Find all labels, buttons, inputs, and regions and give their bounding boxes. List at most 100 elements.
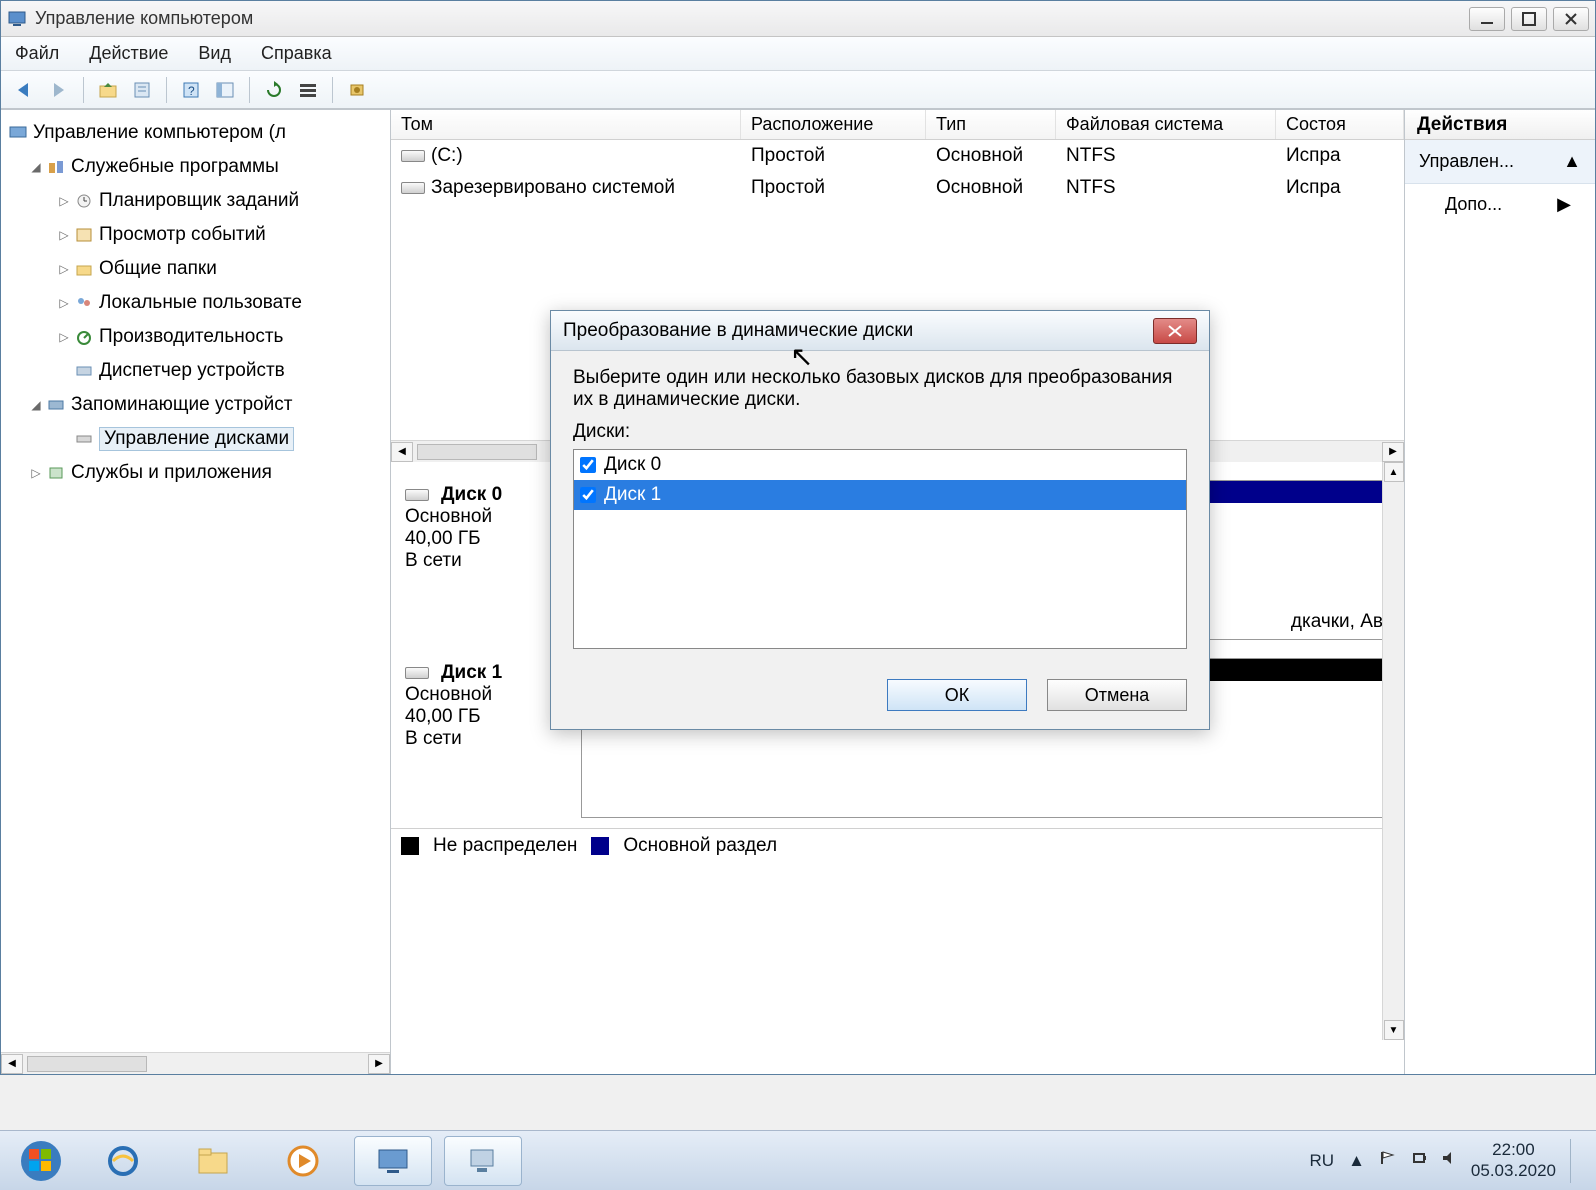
svg-text:?: ? (188, 84, 195, 98)
maximize-button[interactable] (1511, 7, 1547, 31)
help-button[interactable]: ? (177, 76, 205, 104)
ok-button[interactable]: ОК (887, 679, 1027, 711)
col-fs[interactable]: Файловая система (1056, 110, 1276, 139)
volume-row[interactable]: Зарезервировано системой Простой Основно… (391, 172, 1404, 204)
scroll-left-icon[interactable]: ◀ (391, 442, 413, 462)
props-button[interactable] (128, 76, 156, 104)
folder-shared-icon (73, 260, 95, 278)
disk-list-item[interactable]: Диск 0 (574, 450, 1186, 480)
legend-unallocated-swatch (401, 837, 419, 855)
tray-arrow-icon[interactable]: ▲ (1348, 1151, 1365, 1171)
menu-action[interactable]: Действие (89, 43, 168, 64)
tree-storage[interactable]: ◢ Запоминающие устройст (5, 388, 386, 422)
tree-root[interactable]: Управление компьютером (л (5, 116, 386, 150)
scroll-right-icon[interactable]: ▶ (1382, 442, 1404, 462)
menu-file[interactable]: Файл (15, 43, 59, 64)
show-desktop-button[interactable] (1570, 1139, 1582, 1183)
tree-hscroll[interactable]: ◀ ▶ (1, 1052, 390, 1074)
volume-header: Том Расположение Тип Файловая система Со… (391, 110, 1404, 140)
actions-subitem[interactable]: Допо... ▶ (1405, 184, 1595, 224)
speaker-icon[interactable] (1441, 1150, 1457, 1171)
col-type[interactable]: Тип (926, 110, 1056, 139)
tree-scheduler[interactable]: ▷ Планировщик заданий (5, 184, 386, 218)
scroll-thumb[interactable] (417, 444, 537, 460)
cancel-button[interactable]: Отмена (1047, 679, 1187, 711)
actions-item[interactable]: Управлен... ▲ (1405, 140, 1595, 184)
legend-unallocated-label: Не распределен (433, 835, 577, 857)
legend: Не распределен Основной раздел (391, 828, 1404, 862)
expand-icon[interactable]: ▷ (55, 330, 73, 344)
expand-icon[interactable]: ▷ (27, 466, 45, 480)
legend-primary-swatch (591, 837, 609, 855)
up-button[interactable] (94, 76, 122, 104)
disk-list-item[interactable]: Диск 1 (574, 480, 1186, 510)
lang-indicator[interactable]: RU (1310, 1151, 1335, 1171)
services-icon (45, 464, 67, 482)
tools-icon (45, 158, 67, 176)
taskbar-media[interactable] (264, 1136, 342, 1186)
menu-view[interactable]: Вид (198, 43, 231, 64)
diskmap-vscroll[interactable]: ▲ ▼ (1382, 462, 1404, 1040)
expand-icon[interactable]: ▷ (55, 262, 73, 276)
disk-icon (405, 489, 429, 501)
actions-pane: Действия Управлен... ▲ Допо... ▶ (1405, 110, 1595, 1074)
tree: Управление компьютером (л ◢ Служебные пр… (1, 110, 390, 1052)
taskbar-ie[interactable] (84, 1136, 162, 1186)
minimize-button[interactable] (1469, 7, 1505, 31)
tree-shared-folders[interactable]: ▷ Общие папки (5, 252, 386, 286)
close-button[interactable] (1553, 7, 1589, 31)
expand-icon[interactable]: ▷ (55, 228, 73, 242)
expand-icon[interactable]: ▷ (55, 194, 73, 208)
start-button[interactable] (4, 1134, 78, 1188)
taskbar-explorer[interactable] (174, 1136, 252, 1186)
col-layout[interactable]: Расположение (741, 110, 926, 139)
tree-event-viewer[interactable]: ▷ Просмотр событий (5, 218, 386, 252)
menubar: Файл Действие Вид Справка (1, 37, 1595, 71)
clock[interactable]: 22:00 05.03.2020 (1471, 1140, 1556, 1181)
flag-icon[interactable] (1379, 1150, 1397, 1171)
dialog-close-button[interactable] (1153, 318, 1197, 344)
taskbar-compmgmt[interactable] (444, 1136, 522, 1186)
tree-services-apps[interactable]: ▷ Службы и приложения (5, 456, 386, 490)
collapse-icon[interactable]: ◢ (27, 398, 45, 412)
collapse-icon[interactable]: ◢ (27, 160, 45, 174)
refresh-button[interactable] (260, 76, 288, 104)
tree-disk-management[interactable]: Управление дисками (5, 422, 386, 456)
event-icon (73, 226, 95, 244)
back-button[interactable] (11, 76, 39, 104)
disk0-checkbox[interactable] (580, 457, 596, 473)
col-status[interactable]: Состоя (1276, 110, 1404, 139)
columns-button[interactable] (211, 76, 239, 104)
settings-button[interactable] (343, 76, 371, 104)
dialog-titlebar[interactable]: Преобразование в динамические диски (551, 311, 1209, 351)
dialog-disk-list: Диск 0 Диск 1 (573, 449, 1187, 649)
power-icon[interactable] (1411, 1150, 1427, 1171)
scroll-right-icon[interactable]: ▶ (368, 1054, 390, 1074)
disk1-checkbox[interactable] (580, 487, 596, 503)
expand-icon[interactable]: ▷ (55, 296, 73, 310)
menu-help[interactable]: Справка (261, 43, 332, 64)
taskbar-mmc[interactable] (354, 1136, 432, 1186)
tree-local-users[interactable]: ▷ Локальные пользовате (5, 286, 386, 320)
window-title: Управление компьютером (35, 8, 253, 29)
forward-button[interactable] (45, 76, 73, 104)
actions-title: Действия (1405, 110, 1595, 140)
tree-system-tools[interactable]: ◢ Служебные программы (5, 150, 386, 184)
scroll-thumb[interactable] (27, 1056, 147, 1072)
computer-icon (7, 124, 29, 142)
scroll-left-icon[interactable]: ◀ (1, 1054, 23, 1074)
tree-pane: Управление компьютером (л ◢ Служебные пр… (1, 110, 391, 1074)
col-volume[interactable]: Том (391, 110, 741, 139)
tree-device-manager[interactable]: Диспетчер устройств (5, 354, 386, 388)
tree-performance[interactable]: ▷ Производительность (5, 320, 386, 354)
dialog-instruction: Выберите один или несколько базовых диск… (573, 367, 1187, 411)
volume-row[interactable]: (C:) Простой Основной NTFS Испра (391, 140, 1404, 172)
convert-dialog: Преобразование в динамические диски Выбе… (550, 310, 1210, 730)
scroll-down-icon[interactable]: ▼ (1384, 1020, 1404, 1040)
disk-icon (405, 667, 429, 679)
app-icon (7, 9, 27, 29)
titlebar: Управление компьютером (1, 1, 1595, 37)
list-button[interactable] (294, 76, 322, 104)
taskbar: RU ▲ 22:00 05.03.2020 (0, 1130, 1596, 1190)
scroll-up-icon[interactable]: ▲ (1384, 462, 1404, 482)
